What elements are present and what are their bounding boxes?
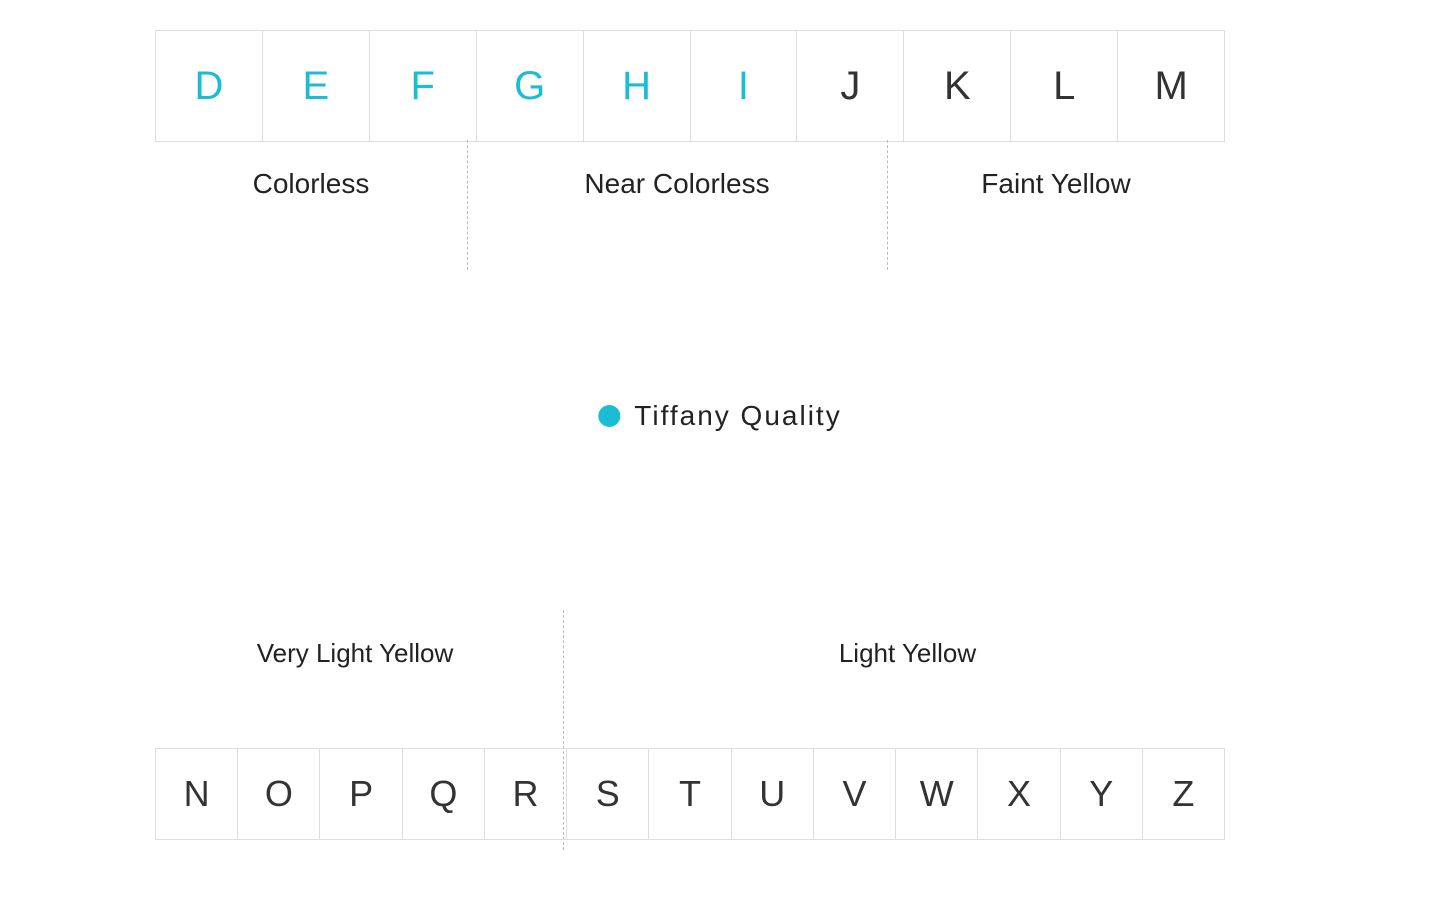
grade-cell-W[interactable]: W	[896, 749, 978, 839]
grade-cell-J[interactable]: J	[797, 31, 904, 141]
grade-cell-G[interactable]: G	[477, 31, 584, 141]
grade-cell-V[interactable]: V	[814, 749, 896, 839]
tiffany-label: Tiffany Quality	[634, 400, 841, 432]
category-near-colorless: Near Colorless	[467, 168, 887, 200]
category-colorless: Colorless	[155, 168, 467, 200]
top-grade-row: D E F G H I J K L M	[155, 30, 1225, 142]
grade-cell-T[interactable]: T	[649, 749, 731, 839]
grade-cell-S[interactable]: S	[567, 749, 649, 839]
grade-cell-F[interactable]: F	[370, 31, 477, 141]
grade-cell-U[interactable]: U	[732, 749, 814, 839]
grade-cell-L[interactable]: L	[1011, 31, 1118, 141]
diamond-color-chart: D E F G H I J K L M Colorless Near Color…	[0, 0, 1440, 912]
grade-cell-Q[interactable]: Q	[403, 749, 485, 839]
grade-cell-H[interactable]: H	[584, 31, 691, 141]
grade-cell-D[interactable]: D	[156, 31, 263, 141]
divider-near-faint	[887, 140, 888, 270]
grade-cell-K[interactable]: K	[904, 31, 1011, 141]
category-faint-yellow: Faint Yellow	[887, 168, 1225, 200]
category-very-light-yellow: Very Light Yellow	[155, 638, 555, 669]
grade-cell-Y[interactable]: Y	[1061, 749, 1143, 839]
category-light-yellow: Light Yellow	[590, 638, 1225, 669]
grade-cell-Z[interactable]: Z	[1143, 749, 1224, 839]
grade-cell-R[interactable]: R	[485, 749, 567, 839]
grade-cell-O[interactable]: O	[238, 749, 320, 839]
tiffany-dot	[598, 405, 620, 427]
grade-cell-I[interactable]: I	[691, 31, 798, 141]
divider-colorless-near	[467, 140, 468, 270]
grade-cell-E[interactable]: E	[263, 31, 370, 141]
tiffany-legend: Tiffany Quality	[598, 400, 841, 432]
grade-cell-N[interactable]: N	[156, 749, 238, 839]
grade-cell-X[interactable]: X	[978, 749, 1060, 839]
bottom-grade-row: N O P Q R S T U V W X Y Z	[155, 748, 1225, 840]
grade-cell-M[interactable]: M	[1118, 31, 1224, 141]
grade-cell-P[interactable]: P	[320, 749, 402, 839]
